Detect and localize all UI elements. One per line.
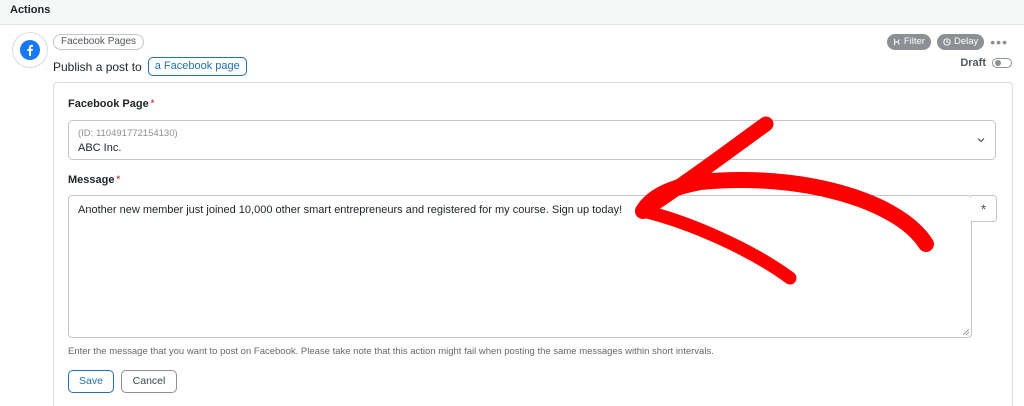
message-help-text: Enter the message that you want to post … [68, 346, 714, 357]
action-target-pill[interactable]: a Facebook page [147, 57, 247, 76]
insert-field-button[interactable]: * [971, 195, 997, 222]
facebook-page-label-text: Facebook Page [68, 98, 149, 110]
app-name-pill[interactable]: Facebook Pages [53, 34, 145, 50]
resize-handle-icon[interactable] [963, 329, 969, 335]
more-options-icon[interactable]: ••• [990, 34, 1008, 50]
filter-button[interactable]: Filter [886, 34, 931, 50]
page-id-text: (ID: 110491772154130) [78, 128, 178, 139]
toggle-knob [995, 60, 1001, 66]
required-marker: * [116, 174, 120, 184]
save-button[interactable]: Save [68, 370, 114, 393]
clock-icon [943, 38, 951, 46]
action-description: Publish a post to a Facebook page [53, 57, 247, 76]
action-controls: Filter Delay ••• [886, 34, 1008, 50]
draft-toggle-group: Draft [960, 57, 1012, 69]
cancel-button[interactable]: Cancel [121, 370, 177, 393]
facebook-page-select[interactable]: (ID: 110491772154130) ABC Inc. [68, 120, 996, 160]
message-textarea[interactable]: Another new member just joined 10,000 ot… [68, 195, 972, 338]
section-title: Actions [10, 4, 51, 16]
draft-toggle[interactable] [992, 58, 1012, 68]
message-label: Message * [68, 174, 120, 186]
message-label-text: Message [68, 174, 115, 186]
chevron-down-icon [977, 138, 985, 143]
facebook-page-label: Facebook Page * [68, 98, 154, 110]
required-marker: * [150, 98, 155, 108]
delay-button[interactable]: Delay [936, 34, 985, 50]
filter-label: Filter [903, 36, 925, 47]
draft-label: Draft [960, 57, 986, 69]
delay-label: Delay [953, 36, 979, 47]
facebook-icon [20, 40, 40, 60]
action-prefix: Publish a post to [53, 59, 142, 74]
message-text: Another new member just joined 10,000 ot… [78, 204, 623, 216]
page-selected-value: ABC Inc. [78, 142, 122, 154]
app-logo [12, 32, 48, 68]
filter-icon [893, 38, 900, 46]
